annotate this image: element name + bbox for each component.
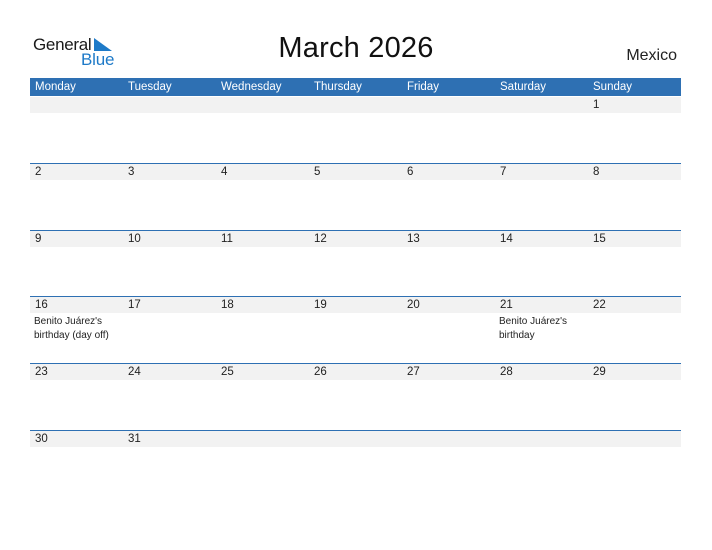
day-number: 23 (35, 366, 48, 378)
day-number: 30 (35, 433, 48, 445)
day-number: 19 (314, 299, 327, 311)
day-number: 3 (128, 166, 135, 178)
weekday-header: Monday Tuesday Wednesday Thursday Friday Satu… (30, 78, 681, 96)
day-cell: 11 (216, 231, 309, 297)
week-row: 2 3 4 5 6 7 8 (30, 163, 681, 230)
day-cell (30, 97, 123, 163)
day-cell (216, 97, 309, 163)
week-row: 16 Benito Juárez's birthday (day off) 17 18… (30, 296, 681, 363)
day-number: 6 (407, 166, 414, 178)
day-cell: 2 (30, 164, 123, 230)
day-number: 22 (593, 299, 606, 311)
day-number: 9 (35, 233, 42, 245)
day-number: 8 (593, 166, 600, 178)
day-cell: 4 (216, 164, 309, 230)
day-cell (588, 431, 681, 497)
country-label: Mexico (626, 47, 677, 64)
weekday-friday: Friday (407, 81, 439, 93)
day-cell: 8 (588, 164, 681, 230)
day-cell: 30 (30, 431, 123, 497)
day-cell: 1 (588, 97, 681, 163)
weekday-sunday: Sunday (593, 81, 633, 93)
day-cell (495, 431, 588, 497)
day-cell: 29 (588, 364, 681, 430)
day-cell: 16 Benito Juárez's birthday (day off) (30, 297, 123, 363)
day-number: 31 (128, 433, 141, 445)
day-cell: 14 (495, 231, 588, 297)
day-cell (123, 97, 216, 163)
day-number: 15 (593, 233, 606, 245)
day-cell: 28 (495, 364, 588, 430)
day-cell: 24 (123, 364, 216, 430)
holiday-label: Benito Juárez's birthday (499, 316, 568, 341)
day-cell (216, 431, 309, 497)
week-row: 23 24 25 26 27 28 29 (30, 363, 681, 430)
week-row: 9 10 11 12 13 14 15 (30, 230, 681, 297)
day-number: 28 (500, 366, 513, 378)
day-cell: 6 (402, 164, 495, 230)
day-cell: 25 (216, 364, 309, 430)
day-number: 13 (407, 233, 420, 245)
day-cell (309, 97, 402, 163)
day-cell: 5 (309, 164, 402, 230)
weekday-tuesday: Tuesday (128, 81, 172, 93)
day-cell: 17 (123, 297, 216, 363)
day-number: 4 (221, 166, 228, 178)
day-number: 26 (314, 366, 327, 378)
day-cell (495, 97, 588, 163)
week-row: 1 (30, 97, 681, 163)
day-cell: 7 (495, 164, 588, 230)
day-cell: 21 Benito Juárez's birthday (495, 297, 588, 363)
day-number: 29 (593, 366, 606, 378)
weekday-wednesday: Wednesday (221, 81, 282, 93)
day-number: 14 (500, 233, 513, 245)
day-cell (402, 97, 495, 163)
day-number: 25 (221, 366, 234, 378)
weekday-saturday: Saturday (500, 81, 547, 93)
day-number: 27 (407, 366, 420, 378)
day-number: 7 (500, 166, 507, 178)
week-row: 30 31 (30, 430, 681, 497)
weekday-monday: Monday (35, 81, 76, 93)
day-number: 17 (128, 299, 141, 311)
day-cell: 9 (30, 231, 123, 297)
day-cell: 15 (588, 231, 681, 297)
day-cell: 20 (402, 297, 495, 363)
day-cell: 23 (30, 364, 123, 430)
day-number: 10 (128, 233, 141, 245)
day-number: 1 (593, 99, 600, 111)
day-number: 11 (221, 233, 233, 245)
day-cell: 3 (123, 164, 216, 230)
day-number: 5 (314, 166, 321, 178)
holiday-label: Benito Juárez's birthday (day off) (34, 316, 109, 341)
day-number: 12 (314, 233, 327, 245)
day-cell: 13 (402, 231, 495, 297)
day-cell: 31 (123, 431, 216, 497)
day-cell: 10 (123, 231, 216, 297)
day-cell (402, 431, 495, 497)
day-cell: 22 (588, 297, 681, 363)
day-cell: 12 (309, 231, 402, 297)
day-cell (309, 431, 402, 497)
day-cell: 19 (309, 297, 402, 363)
day-number: 21 (500, 299, 513, 311)
day-cell: 18 (216, 297, 309, 363)
calendar-title: March 2026 (278, 32, 434, 64)
day-number: 18 (221, 299, 234, 311)
day-number: 16 (35, 299, 48, 311)
weekday-thursday: Thursday (314, 81, 362, 93)
day-number: 2 (35, 166, 42, 178)
day-cell: 27 (402, 364, 495, 430)
day-cell: 26 (309, 364, 402, 430)
day-number: 20 (407, 299, 420, 311)
day-number: 24 (128, 366, 141, 378)
